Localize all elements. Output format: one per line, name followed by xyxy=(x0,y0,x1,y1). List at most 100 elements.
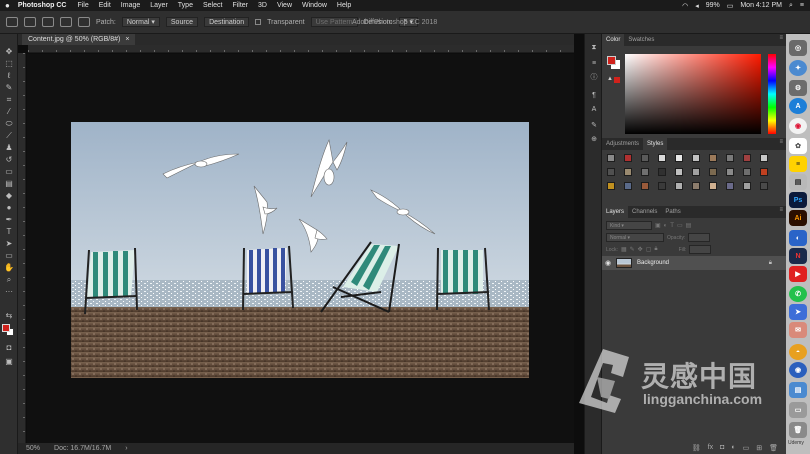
style-swatch[interactable] xyxy=(726,182,734,190)
menu-window[interactable]: Window xyxy=(302,2,327,9)
whatsapp-icon[interactable]: ✆ xyxy=(789,286,807,302)
style-swatch[interactable] xyxy=(743,182,751,190)
hand-tool-icon[interactable]: ✋ xyxy=(4,264,14,272)
link-layers-icon[interactable]: ⛓ xyxy=(692,444,701,452)
gamut-warning-icon[interactable]: ▲ xyxy=(607,76,613,82)
pen-tool-icon[interactable]: ✒ xyxy=(4,216,14,224)
app-icon[interactable]: ✉ xyxy=(789,322,807,338)
patch-tool-icon[interactable]: ⬭ xyxy=(4,120,14,128)
firefox-icon[interactable]: ◓ xyxy=(789,344,807,360)
fill-field[interactable] xyxy=(689,245,712,254)
layer-style-icon[interactable]: fx xyxy=(708,444,713,451)
telegram-icon[interactable]: ➤ xyxy=(789,304,807,320)
chrome-icon[interactable]: ◉ xyxy=(789,118,807,134)
launchpad-icon[interactable]: ◎ xyxy=(789,40,807,56)
layer-filter-select[interactable]: Kind ▾ xyxy=(606,221,652,230)
finder-icon[interactable]: ◐ xyxy=(789,230,807,246)
photoshop-icon[interactable]: Ps xyxy=(789,192,807,208)
layer-name[interactable]: Background xyxy=(637,260,669,266)
preview-icon[interactable]: ▤ xyxy=(789,174,807,190)
tab-swatches[interactable]: Swatches xyxy=(624,34,658,46)
style-swatch[interactable] xyxy=(607,182,615,190)
filter-shape-icon[interactable]: ▭ xyxy=(677,222,683,229)
type-tool-icon[interactable]: T xyxy=(4,228,14,236)
tab-adjustments[interactable]: Adjustments xyxy=(602,138,643,150)
style-swatch[interactable] xyxy=(641,154,649,162)
new-selection-icon[interactable] xyxy=(24,17,36,27)
style-swatch[interactable] xyxy=(692,154,700,162)
menu-3d[interactable]: 3D xyxy=(258,2,267,9)
status-arrow-icon[interactable]: › xyxy=(125,445,127,452)
intersect-selection-icon[interactable] xyxy=(78,17,90,27)
paragraph-panel-icon[interactable]: ¶ xyxy=(589,92,599,99)
style-swatch[interactable] xyxy=(641,182,649,190)
style-swatch[interactable] xyxy=(692,182,700,190)
source-button[interactable]: Source xyxy=(165,17,199,27)
document-tab[interactable]: Content.jpg @ 50% (RGB/8#) × xyxy=(22,34,136,45)
info-panel-icon[interactable]: ⓘ xyxy=(589,74,599,81)
screen-mode-icon[interactable]: ▣ xyxy=(4,358,14,366)
volume-icon[interactable]: ◂ xyxy=(695,2,699,10)
image-canvas[interactable] xyxy=(71,122,529,378)
vertical-ruler[interactable] xyxy=(18,53,26,443)
properties-panel-icon[interactable]: ≡ xyxy=(589,60,599,67)
dodge-tool-icon[interactable]: ● xyxy=(4,204,14,212)
panel-menu-icon[interactable]: ≡ xyxy=(779,35,783,41)
add-mask-icon[interactable]: ◘ xyxy=(720,444,724,451)
doc-info[interactable]: Doc: 16.7M/16.7M xyxy=(54,445,111,452)
style-swatch[interactable] xyxy=(675,154,683,162)
spotlight-icon[interactable]: ⌕ xyxy=(789,2,793,10)
zoom-tool-icon[interactable]: ⌕ xyxy=(4,276,14,284)
documents-icon[interactable]: ▭ xyxy=(789,402,807,418)
lock-position-icon[interactable]: ✥ xyxy=(638,246,643,253)
browser-icon[interactable]: ◉ xyxy=(789,362,807,378)
downloads-icon[interactable]: ▤ xyxy=(789,382,807,398)
quick-mask-icon[interactable]: ◘ xyxy=(4,344,14,352)
illustrator-icon[interactable]: Ai xyxy=(789,210,807,226)
gradient-tool-icon[interactable]: ▤ xyxy=(4,180,14,188)
wifi-icon[interactable]: ◠ xyxy=(682,2,688,10)
style-swatch[interactable] xyxy=(692,168,700,176)
history-panel-icon[interactable]: ⧗ xyxy=(589,44,599,51)
lock-pixels-icon[interactable]: ▦ xyxy=(621,246,627,253)
menubar-clock[interactable]: Mon 4:12 PM xyxy=(740,2,782,9)
layer-row-background[interactable]: ◉ Background 🔒︎ xyxy=(602,256,786,270)
style-swatch[interactable] xyxy=(709,168,717,176)
tab-color[interactable]: Color xyxy=(602,34,625,46)
zoom-level[interactable]: 50% xyxy=(26,445,40,452)
close-tab-icon[interactable]: × xyxy=(125,36,129,43)
style-swatch[interactable] xyxy=(675,168,683,176)
brush-settings-panel-icon[interactable]: ✎ xyxy=(589,122,599,129)
system-preferences-icon[interactable]: ⚙ xyxy=(789,80,807,96)
layer-lock-icon[interactable]: 🔒︎ xyxy=(769,260,772,267)
hue-slider[interactable] xyxy=(768,54,776,134)
use-pattern-button[interactable]: Use Pattern xyxy=(310,17,358,27)
menu-layer[interactable]: Layer xyxy=(150,2,168,9)
battery-icon[interactable]: ▭ xyxy=(727,2,734,10)
style-swatch[interactable] xyxy=(658,154,666,162)
panel-menu-icon[interactable]: ≡ xyxy=(779,139,783,145)
lock-image-icon[interactable]: ✎ xyxy=(630,246,635,253)
new-layer-icon[interactable]: ⊞ xyxy=(756,444,762,452)
menu-image[interactable]: Image xyxy=(121,2,140,9)
shape-tool-icon[interactable]: ▭ xyxy=(4,252,14,260)
style-swatch[interactable] xyxy=(658,182,666,190)
clone-stamp-tool-icon[interactable]: ♟ xyxy=(4,144,14,152)
style-swatch[interactable] xyxy=(624,182,632,190)
style-swatch[interactable] xyxy=(743,168,751,176)
menu-edit[interactable]: Edit xyxy=(99,2,111,9)
tab-layers[interactable]: Layers xyxy=(602,206,629,218)
style-swatch[interactable] xyxy=(675,182,683,190)
menu-type[interactable]: Type xyxy=(178,2,193,9)
destination-button[interactable]: Destination xyxy=(204,17,250,27)
crop-tool-icon[interactable]: ⌗ xyxy=(4,96,14,104)
style-swatch[interactable] xyxy=(624,154,632,162)
style-swatch[interactable] xyxy=(624,168,632,176)
filter-adjustment-icon[interactable]: ◐ xyxy=(664,223,668,229)
lock-all-icon[interactable]: 🔒︎ xyxy=(654,246,657,253)
app-store-icon[interactable]: A xyxy=(789,98,807,114)
foreground-color-swatch[interactable] xyxy=(2,324,10,332)
subtract-selection-icon[interactable] xyxy=(60,17,72,27)
style-swatch[interactable] xyxy=(658,168,666,176)
tab-styles[interactable]: Styles xyxy=(643,138,668,150)
